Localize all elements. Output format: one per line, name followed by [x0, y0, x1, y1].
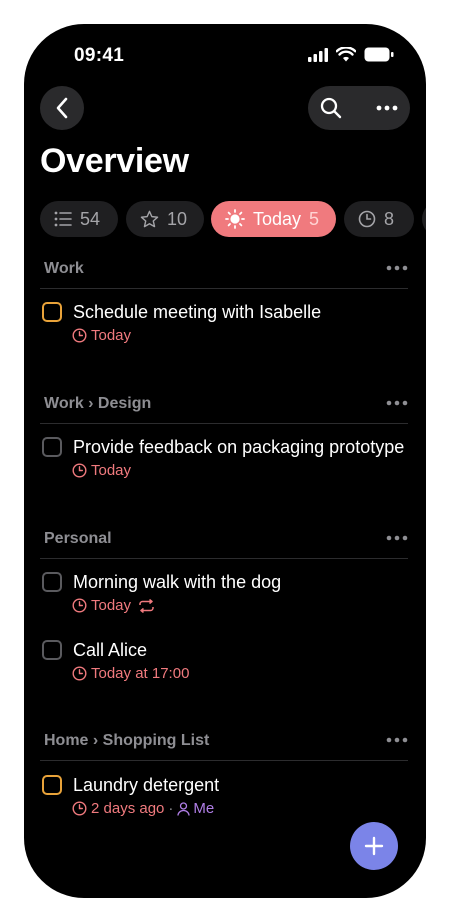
- section-title: Work: [44, 260, 84, 277]
- filter-starred[interactable]: 10: [126, 201, 204, 237]
- clock-icon: [72, 666, 87, 681]
- section-divider: [40, 423, 408, 424]
- back-button[interactable]: [40, 86, 84, 130]
- filter-today[interactable]: Today 5: [211, 201, 336, 237]
- task-title[interactable]: Call Alice: [73, 640, 147, 661]
- task-due: Today: [91, 462, 132, 479]
- search-icon: [320, 97, 342, 119]
- task-due: Today at 17:00: [91, 665, 190, 682]
- section-more-icon[interactable]: [386, 535, 410, 541]
- header-actions: [308, 86, 410, 130]
- repeat-icon: [138, 598, 155, 613]
- filter-all[interactable]: 54: [40, 201, 118, 237]
- task-checkbox[interactable]: [42, 437, 62, 457]
- assignee-name: Me: [193, 800, 215, 817]
- filter-count: 10: [167, 208, 188, 229]
- chevron-left-icon: [55, 97, 69, 119]
- section-more-icon[interactable]: [386, 400, 410, 406]
- task-meta: Today: [72, 597, 155, 614]
- filter-count: 5: [309, 208, 320, 229]
- task-checkbox[interactable]: [42, 302, 62, 322]
- task-meta: Today at 17:00: [72, 665, 189, 682]
- filter-count: 54: [80, 208, 101, 229]
- signal-icon: [308, 48, 328, 62]
- task-title[interactable]: Provide feedback on packaging prototype: [73, 437, 404, 458]
- section-more-icon[interactable]: [386, 265, 410, 271]
- section-more-icon[interactable]: [386, 737, 410, 743]
- clock-icon: [72, 598, 87, 613]
- section-divider: [40, 288, 408, 289]
- task-due: 2 days ago: [91, 800, 165, 817]
- filter-label: Today: [253, 208, 302, 229]
- section-title: Home › Shopping List: [44, 732, 210, 749]
- section-divider: [40, 558, 408, 559]
- sun-icon: [225, 209, 245, 229]
- section-title: Personal: [44, 530, 112, 547]
- assignee: Me: [177, 800, 214, 817]
- task-title[interactable]: Schedule meeting with Isabelle: [73, 302, 321, 323]
- clock-icon: [72, 463, 87, 478]
- status-time: 09:41: [74, 45, 125, 66]
- task-title[interactable]: Laundry detergent: [73, 775, 219, 796]
- task-checkbox[interactable]: [42, 640, 62, 660]
- battery-icon: [364, 47, 394, 62]
- filter-more[interactable]: [422, 201, 426, 237]
- section-divider: [40, 760, 408, 761]
- add-task-button[interactable]: [350, 822, 398, 870]
- task-meta: 2 days ago · Me: [72, 800, 214, 817]
- task-checkbox[interactable]: [42, 775, 62, 795]
- clock-icon: [72, 801, 87, 816]
- more-icon: [376, 105, 398, 111]
- section-title: Work › Design: [44, 395, 152, 412]
- wifi-icon: [336, 47, 356, 62]
- phone-screen: 09:41 Overview 54 10 Today 5 8 Work Sche…: [24, 24, 426, 898]
- meta-separator: ·: [168, 800, 174, 817]
- list-icon: [54, 211, 72, 227]
- filter-scheduled[interactable]: 8: [344, 201, 414, 237]
- task-checkbox[interactable]: [42, 572, 62, 592]
- plus-icon: [364, 836, 384, 856]
- filter-count: 8: [384, 208, 395, 229]
- more-button[interactable]: [364, 86, 410, 130]
- clock-icon: [72, 328, 87, 343]
- task-meta: Today: [72, 462, 131, 479]
- star-icon: [140, 210, 159, 228]
- search-button[interactable]: [308, 86, 354, 130]
- clock-icon: [358, 210, 376, 228]
- task-due: Today: [91, 327, 132, 344]
- task-meta: Today: [72, 327, 131, 344]
- page-title: Overview: [40, 142, 189, 180]
- task-title[interactable]: Morning walk with the dog: [73, 572, 281, 593]
- task-due: Today: [91, 597, 132, 614]
- person-icon: [177, 801, 191, 816]
